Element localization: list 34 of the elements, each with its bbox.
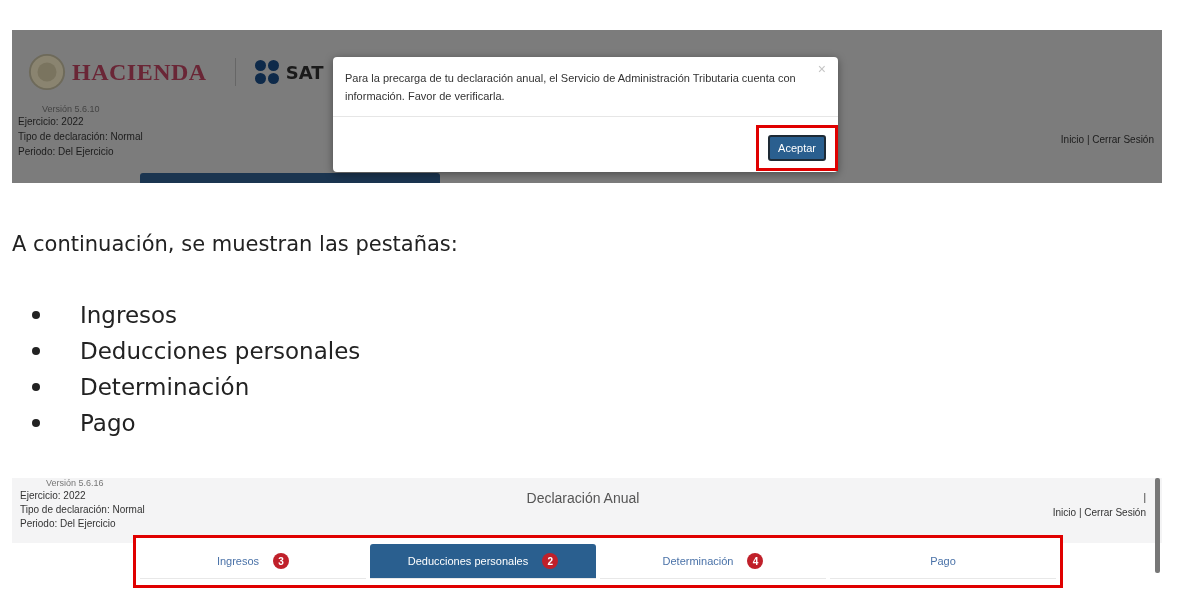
scrollbar[interactable] bbox=[1155, 478, 1160, 573]
count-badge: 4 bbox=[747, 553, 764, 569]
count-badge: 3 bbox=[273, 553, 290, 569]
count-badge: 2 bbox=[542, 553, 559, 569]
list-item: Pago bbox=[80, 410, 136, 436]
tab[interactable]: Deducciones personales 2 bbox=[370, 544, 596, 579]
bullet-icon bbox=[32, 383, 40, 391]
dots-logo-icon bbox=[253, 59, 280, 85]
info-line: Periodo: Del Ejercicio bbox=[20, 517, 117, 531]
bullet-icon bbox=[32, 347, 40, 355]
logo-text: HACIENDA bbox=[72, 58, 207, 86]
bullet-icon bbox=[32, 419, 40, 427]
info-line: Periodo: Del Ejercicio bbox=[18, 145, 115, 159]
bullet-icon bbox=[32, 311, 40, 319]
logo-text: SAT bbox=[285, 61, 324, 83]
list-item: Deducciones personales bbox=[80, 338, 361, 364]
page-title: Declaración Anual bbox=[526, 489, 640, 508]
intro-text: A continuación, se muestran las pestañas: bbox=[12, 231, 459, 258]
tab[interactable]: Determinación 4 bbox=[600, 544, 826, 579]
version-label: Versión 5.6.16 bbox=[45, 478, 105, 489]
modal-message: Para la precarga de tu declaración anual, el Servicio de Administración Tributaria cuenta con información. Favor de verificarla. bbox=[345, 71, 797, 104]
tab[interactable]: Ingresos 3 bbox=[140, 544, 366, 579]
accept-button[interactable]: Aceptar bbox=[768, 135, 826, 161]
separator-text: | bbox=[1143, 491, 1146, 505]
info-line: Tipo de declaración: Normal bbox=[20, 503, 146, 517]
header-links[interactable]: Inicio | Cerrar Sesión bbox=[1052, 505, 1146, 520]
header-links[interactable]: Inicio | Cerrar Sesión bbox=[1060, 134, 1154, 159]
list-item: Ingresos bbox=[80, 302, 178, 328]
info-line: Tipo de declaración: Normal bbox=[18, 130, 143, 144]
info-line: Ejercicio: 2022 bbox=[18, 115, 85, 129]
info-line: Ejercicio: 2022 bbox=[20, 489, 87, 503]
list-item: Determinación bbox=[80, 374, 250, 400]
tab[interactable]: Pago bbox=[830, 544, 1056, 579]
seal-icon bbox=[28, 53, 66, 91]
